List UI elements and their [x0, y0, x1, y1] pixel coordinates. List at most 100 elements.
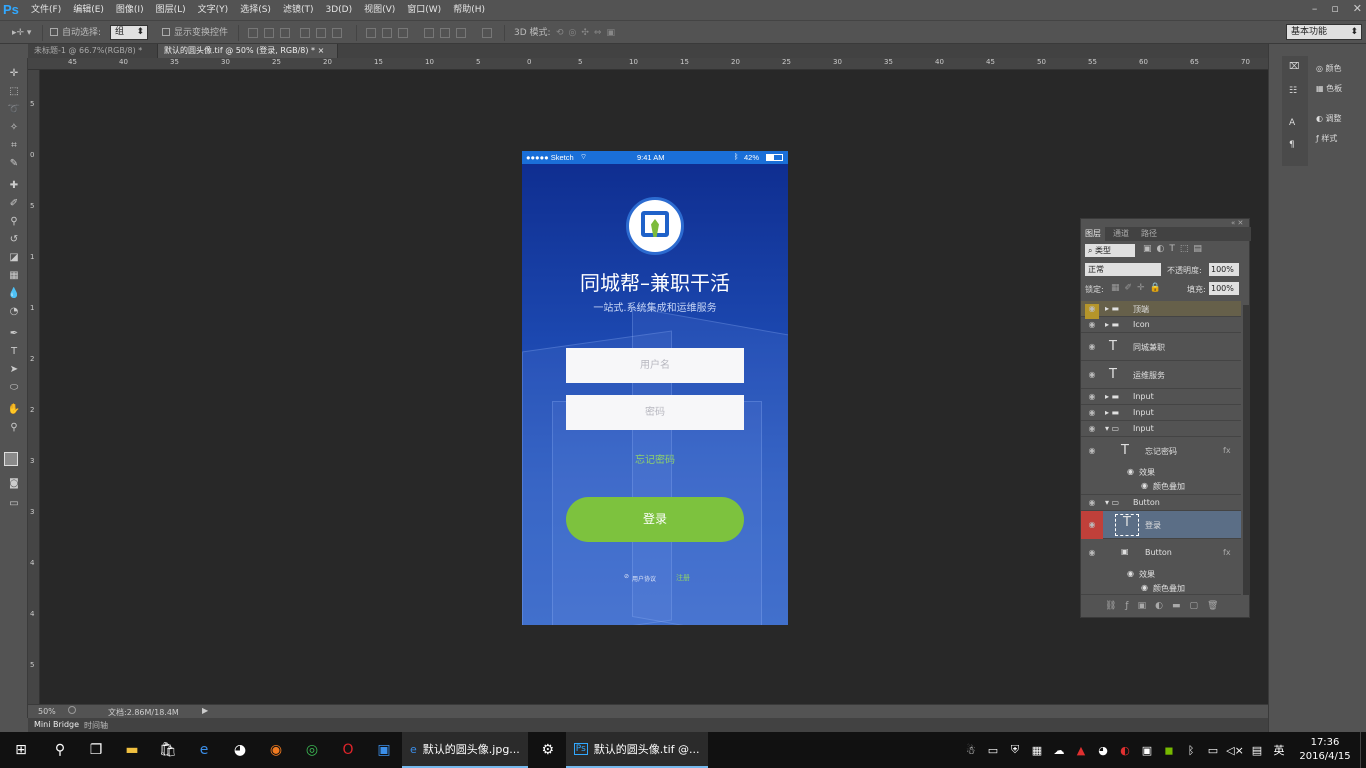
notification-icon[interactable]: ▤ [1246, 744, 1268, 757]
menu-type[interactable]: 文字(Y) [192, 0, 235, 20]
quick-mask-icon[interactable]: ◙ [5, 476, 23, 492]
eyedropper-icon[interactable]: ✎ [5, 156, 23, 172]
move-tool-preset-icon[interactable]: ▸✛ ▾ [12, 26, 31, 40]
pen-tool-icon[interactable]: ✒ [5, 326, 23, 342]
effect-row[interactable]: ◉ 效果 [1081, 465, 1241, 479]
eye-icon[interactable]: ◉ [1141, 481, 1148, 490]
volume-icon[interactable]: ◁× [1224, 744, 1246, 757]
forgot-password-link[interactable]: 忘记密码 [522, 451, 788, 466]
effect-row[interactable]: ◉ 颜色叠加 [1081, 581, 1241, 595]
task-view-icon[interactable]: ❐ [78, 732, 114, 768]
search-icon[interactable]: ⚲ [42, 732, 78, 768]
layer-row[interactable]: ◉ ▾ ▭ Input [1081, 421, 1241, 437]
layer-row[interactable]: ◉ ▸ ▬ 顶端 [1081, 301, 1241, 319]
auto-select-dropdown[interactable]: 组 ⬍ [110, 25, 148, 40]
bluetooth-icon[interactable]: ᛒ [1180, 744, 1202, 757]
tray-app-icon[interactable]: ☃ [960, 744, 982, 757]
lock-icons[interactable]: ▦✐✛🔒 [1111, 283, 1166, 293]
blend-mode-dropdown[interactable]: 正常 [1085, 263, 1161, 276]
magic-wand-icon[interactable]: ✧ [5, 120, 23, 136]
taskbar-window-photoshop[interactable]: Ps 默认的圆头像.tif @... [565, 732, 708, 768]
foreground-color-swatch[interactable] [4, 452, 18, 466]
collapse-icon[interactable]: « ✕ [1231, 219, 1243, 227]
menu-file[interactable]: 文件(F) [25, 0, 67, 20]
tab-avatar-tif[interactable]: 默认的圆头像.tif @ 50% (登录, RGB/8) * × [158, 44, 338, 58]
healing-brush-icon[interactable]: ✚ [5, 178, 23, 194]
menu-3d[interactable]: 3D(D) [319, 0, 358, 20]
battery-icon[interactable]: ▭ [1202, 744, 1224, 757]
fx-icon[interactable]: fx [1223, 446, 1231, 455]
cloud-icon[interactable]: ☁ [1048, 744, 1070, 757]
layer-row[interactable]: ◉ ▸ ▬ Icon [1081, 317, 1241, 333]
menu-window[interactable]: 窗口(W) [401, 0, 447, 20]
eye-icon[interactable]: ◉ [1081, 511, 1103, 539]
check-circle-icon[interactable]: ⊘ [624, 573, 629, 580]
distribute-bottom-icon[interactable] [398, 28, 408, 38]
distribute-vcenter-icon[interactable] [382, 28, 392, 38]
menu-layer[interactable]: 图层(L) [150, 0, 192, 20]
nvidia-icon[interactable]: ◼ [1158, 744, 1180, 757]
qq-icon[interactable]: ◕ [222, 732, 258, 768]
menu-filter[interactable]: 滤镜(T) [277, 0, 320, 20]
move-tool-icon[interactable]: ✛ [5, 66, 23, 82]
layer-row[interactable]: ◉ T 同城兼职 [1081, 333, 1241, 361]
agreement-link[interactable]: 用户协议 [632, 574, 656, 583]
tray-app-icon[interactable]: ▦ [1026, 744, 1048, 757]
marquee-tool-icon[interactable]: ⬚ [5, 84, 23, 100]
windows-start-icon[interactable]: ⊞ [0, 732, 42, 768]
distribute-top-icon[interactable] [366, 28, 376, 38]
filter-icons[interactable]: ▣◐T⬚▤ [1143, 244, 1207, 254]
menu-view[interactable]: 视图(V) [358, 0, 401, 20]
workspace-dropdown[interactable]: 基本功能 ⬍ [1286, 24, 1362, 40]
align-hcenter-icon[interactable] [316, 28, 326, 38]
eye-icon[interactable]: ◉ [1127, 467, 1134, 476]
align-bottom-icon[interactable] [280, 28, 290, 38]
eraser-tool-icon[interactable]: ◪ [5, 250, 23, 266]
swatches-tab[interactable]: ▦ 色板 [1316, 82, 1342, 96]
tray-app-icon[interactable]: ◐ [1114, 744, 1136, 757]
color-tab[interactable]: ◎ 颜色 [1316, 62, 1342, 76]
history-icon[interactable]: ⌧ [1289, 62, 1299, 72]
layers-scrollbar[interactable] [1243, 305, 1249, 595]
edge-icon[interactable]: e [186, 732, 222, 768]
acrobat-icon[interactable]: ▲ [1070, 744, 1092, 757]
clock[interactable]: 17:36 2016/4/15 [1290, 736, 1360, 764]
zoom-tool-icon[interactable]: ⚲ [5, 420, 23, 436]
layer-row[interactable]: ◉ ▾ ▭ Button [1081, 495, 1241, 511]
show-desktop-button[interactable] [1360, 732, 1366, 768]
menu-help[interactable]: 帮助(H) [447, 0, 491, 20]
character-icon[interactable]: A [1289, 118, 1295, 128]
fill-input[interactable]: 100% [1209, 282, 1239, 295]
app-icon[interactable]: ▣ [366, 732, 402, 768]
register-link[interactable]: 注册 [676, 573, 690, 583]
firefox-icon[interactable]: ◉ [258, 732, 294, 768]
align-vcenter-icon[interactable] [264, 28, 274, 38]
shield-icon[interactable]: ⛨ [1004, 743, 1026, 757]
clone-stamp-icon[interactable]: ⚲ [5, 214, 23, 230]
menu-select[interactable]: 选择(S) [234, 0, 277, 20]
store-icon[interactable]: 🛍 [150, 732, 186, 768]
show-transform-checkbox[interactable]: 显示变换控件 [162, 26, 228, 40]
menu-edit[interactable]: 编辑(E) [67, 0, 110, 20]
username-input[interactable]: 用户名 [566, 348, 744, 383]
ellipse-tool-icon[interactable]: ⬭ [5, 380, 23, 396]
align-left-icon[interactable] [300, 28, 310, 38]
tray-app-icon[interactable]: ◕ [1092, 744, 1114, 757]
close-icon[interactable]: ✕ [1353, 2, 1362, 15]
history-brush-icon[interactable]: ↺ [5, 232, 23, 248]
zoom-level[interactable]: 50% [38, 707, 56, 716]
tray-app-icon[interactable]: ▣ [1136, 744, 1158, 757]
auto-select-checkbox[interactable]: 自动选择: [50, 26, 101, 40]
fx-icon[interactable]: fx [1223, 548, 1231, 557]
3d-mode-icons[interactable]: ⟲◎✣⇔▣ [556, 26, 620, 40]
filter-dropdown[interactable]: ⌕ 类型 [1085, 244, 1135, 257]
chrome-icon[interactable]: ◎ [294, 732, 330, 768]
distribute-hcenter-icon[interactable] [440, 28, 450, 38]
play-arrow-icon[interactable]: ▶ [202, 706, 208, 715]
adjustments-tab[interactable]: ◐ 调整 [1316, 112, 1342, 126]
effect-row[interactable]: ◉ 颜色叠加 [1081, 479, 1241, 495]
properties-icon[interactable]: ☷ [1289, 86, 1297, 96]
tab-channels[interactable]: 通道 [1109, 227, 1133, 241]
type-tool-icon[interactable]: T [5, 344, 23, 360]
eye-icon[interactable]: ◉ [1127, 569, 1134, 578]
